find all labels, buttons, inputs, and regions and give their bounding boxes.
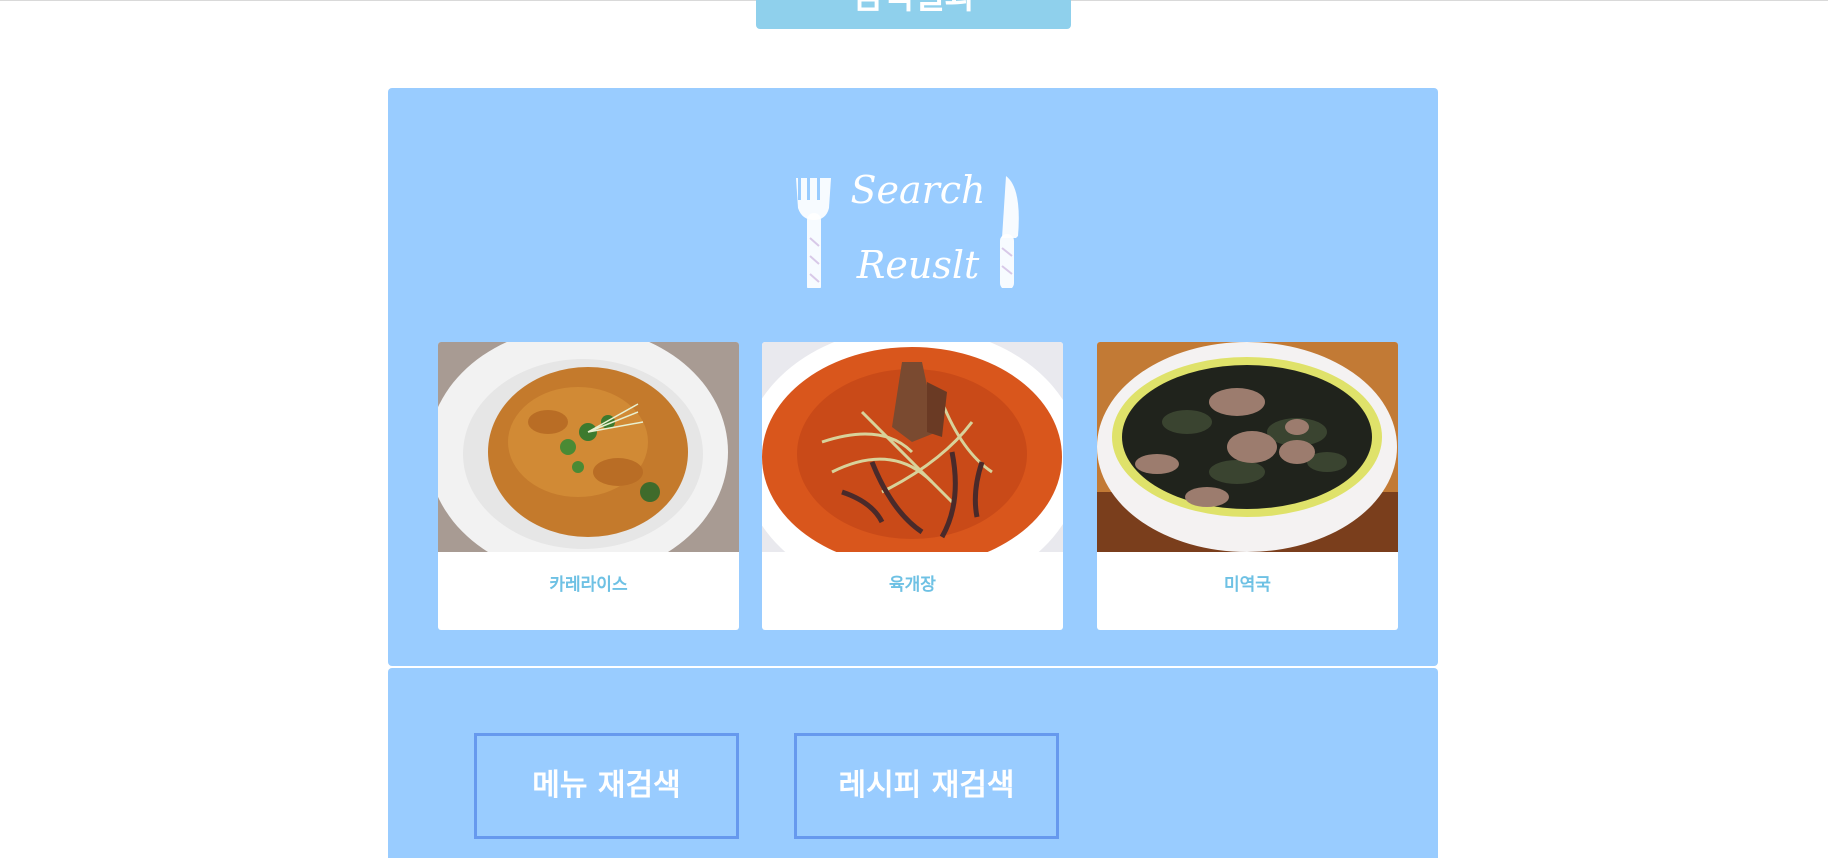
logo-line2: Reuslt [856, 243, 980, 287]
card-title[interactable]: 육개장 [762, 552, 1063, 630]
result-card-miyeokguk[interactable]: 미역국 [1097, 342, 1398, 630]
action-panel: 메뉴 재검색 레시피 재검색 [388, 668, 1438, 858]
card-title[interactable]: 카레라이스 [438, 552, 739, 630]
miyeokguk-photo[interactable] [1097, 342, 1398, 552]
header-tab[interactable]: 검색결과 [756, 0, 1071, 29]
yukgaejang-photo[interactable] [762, 342, 1063, 552]
card-title[interactable]: 미역국 [1097, 552, 1398, 630]
fork-icon [796, 176, 831, 288]
header-tab-label: 검색결과 [851, 0, 976, 17]
result-card-yukgaejang[interactable]: 육개장 [762, 342, 1063, 630]
curry-rice-photo[interactable] [438, 342, 739, 552]
result-card-curry[interactable]: 카레라이스 [438, 342, 739, 630]
knife-icon [1000, 176, 1019, 288]
recipe-research-button[interactable]: 레시피 재검색 [794, 733, 1059, 839]
search-result-logo: Search Reuslt [788, 158, 1038, 288]
results-panel: Search Reuslt 카레라이스 육개장 미역국 [388, 88, 1438, 666]
menu-research-button[interactable]: 메뉴 재검색 [474, 733, 739, 839]
logo-line1: Search [850, 168, 985, 212]
